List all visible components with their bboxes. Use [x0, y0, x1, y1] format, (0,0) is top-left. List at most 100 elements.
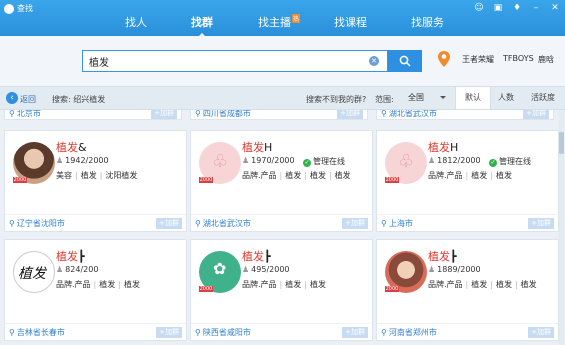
tab-find-streamer[interactable]: 找主播热 [258, 14, 301, 30]
hot-link[interactable]: TFBOYS [503, 54, 534, 63]
location-label: 陕西省咸阳市 [195, 327, 251, 338]
join-group-button[interactable]: +加群 [156, 218, 182, 229]
hot-badge: 热 [292, 14, 301, 23]
group-tag: 品牌.产品 [428, 171, 463, 180]
tab-label: 找服务 [411, 16, 444, 29]
sort-tab-default[interactable]: 默认 [455, 87, 491, 109]
group-tag: 植发 [309, 280, 326, 289]
group-card[interactable]: 2000 植发┣ ♟1889/2000 品牌.产品|植发|植发|植发 河南省郑州… [376, 239, 559, 341]
join-group-button[interactable]: +加群 [342, 218, 368, 229]
member-count-text: 824/200 [65, 265, 99, 274]
member-count: ♟ 1812/2000 [428, 156, 481, 165]
group-tag: 植发 [334, 171, 351, 180]
join-group-button[interactable]: +加群 [156, 327, 182, 338]
range-select[interactable]: 全国 [402, 91, 450, 105]
title-bar: 查找 ☺ ▣ ♦ – ✕ 找人 找群 找主播热 找课程 找服务 [0, 0, 565, 38]
group-name-text: 植发 [242, 141, 264, 154]
group-name[interactable]: 植发H [428, 139, 458, 155]
group-tags: 品牌.产品 | 植发 | 植发 | 植发 [242, 171, 351, 180]
clear-icon[interactable]: ✕ [369, 56, 379, 66]
group-tags: 品牌.产品 | 植发 | 植发 [56, 280, 140, 289]
group-tag: 植发 [99, 280, 116, 289]
people-icon: ♟ [56, 156, 64, 165]
tab-label: 找人 [125, 16, 147, 29]
group-name-text: 植发 [56, 141, 78, 154]
card-footer: 吉林省长春市 +加群 [5, 323, 186, 340]
tab-label: 找群 [191, 16, 213, 29]
location-label: 北京市 [9, 110, 41, 119]
group-tag: 植发 [471, 280, 488, 289]
admin-online-status: ✓ 管理在线 [489, 156, 531, 167]
filter-bar: ‹ 返回 搜索: 绍兴植发 搜索不到我的群? 范围: 全国 默认 人数 活跃度 [0, 86, 565, 110]
group-tag: 品牌.产品 [242, 280, 277, 289]
sort-tab-activity[interactable]: 活跃度 [521, 87, 565, 109]
group-name[interactable]: 植发& [56, 139, 87, 155]
location-label: 河南省郑州市 [381, 327, 437, 338]
group-card[interactable]: 2000 植发┣ ♟495/2000 品牌.产品|植发|植发 陕西省咸阳市 +加… [190, 239, 373, 341]
range-value: 全国 [408, 93, 424, 102]
tab-find-group[interactable]: 找群 [191, 14, 213, 38]
member-count-text: 1812/2000 [437, 156, 481, 165]
group-name-suffix: H [264, 141, 273, 154]
group-card[interactable]: 植发┣ ♟824/200 品牌.产品|植发|植发 吉林省长春市 +加群 [4, 239, 187, 341]
check-icon: ✓ [303, 159, 311, 167]
capacity-badge: 2000 [13, 177, 27, 183]
capacity-badge: 2000 [199, 286, 213, 292]
search-input[interactable] [83, 51, 343, 71]
group-tags: 品牌.产品 | 植发 | 植发 [242, 280, 326, 289]
people-icon: ♟ [428, 265, 436, 274]
group-card[interactable]: 2000 植发& ♟1942/2000 美容|植发|沈阳植发 辽宁省沈阳市 +加… [4, 130, 187, 232]
member-count: ♟ 1942/2000 [56, 156, 109, 165]
search-area: ✕ 王者荣耀 TFBOYS 鹿晗 [0, 36, 565, 86]
group-name[interactable]: 植发┣ [56, 248, 85, 264]
card-footer: 湖北省武汉市 +加群 [191, 214, 372, 231]
join-group-button[interactable]: +加群 [528, 327, 554, 338]
back-arrow-icon[interactable]: ‹ [6, 92, 18, 104]
join-group-button[interactable]: +加群 [342, 327, 368, 338]
result-card-partial: 北京市 +加群 [4, 110, 182, 120]
join-group-button[interactable]: +加群 [523, 110, 549, 119]
location-pin-icon[interactable] [437, 50, 451, 68]
location-label: 上海市 [381, 218, 413, 229]
hot-link[interactable]: 王者荣耀 [462, 54, 494, 65]
member-count: ♟ 824/200 [56, 265, 98, 274]
result-card-partial: 四川省成都市 +加群 [190, 110, 368, 120]
group-card[interactable]: 2000 植发H ♟1812/2000 ✓管理在线 品牌.产品|植发|植发 上海… [376, 130, 559, 232]
group-name-suffix: ┣ [264, 250, 271, 263]
search-summary: 搜索: 绍兴植发 [52, 95, 106, 104]
group-name[interactable]: 植发┣ [242, 248, 271, 264]
group-name[interactable]: 植发┣ [428, 248, 457, 264]
member-count: ♟ 495/2000 [242, 265, 290, 274]
member-count-text: 1970/2000 [251, 156, 295, 165]
group-name-suffix: ┣ [450, 250, 457, 263]
back-link[interactable]: 返回 [20, 94, 36, 105]
join-group-button[interactable]: +加群 [337, 110, 363, 119]
admin-online-text: 管理在线 [313, 157, 345, 166]
scrollbar[interactable] [559, 110, 564, 345]
not-found-link[interactable]: 搜索不到我的群? [306, 94, 366, 105]
search-icon [399, 55, 411, 67]
range-label: 范围: [375, 95, 394, 104]
group-tag: 植发 [80, 171, 97, 180]
location-label: 吉林省长春市 [9, 327, 65, 338]
join-group-button[interactable]: +加群 [528, 218, 554, 229]
group-tag: 植发 [495, 280, 512, 289]
tab-find-service[interactable]: 找服务 [411, 14, 444, 30]
group-tag: 品牌.产品 [56, 280, 91, 289]
people-icon: ♟ [242, 265, 250, 274]
join-group-button[interactable]: +加群 [151, 110, 177, 119]
search-button[interactable] [388, 50, 422, 72]
results-area: 北京市 +加群 四川省成都市 +加群 湖北省武汉市 +加群 2000 植发& ♟… [0, 110, 565, 345]
group-name-text: 植发 [428, 250, 450, 263]
hot-link[interactable]: 鹿晗 [538, 54, 554, 65]
group-card[interactable]: 2000 植发H ♟1970/2000 ✓管理在线 品牌.产品|植发|植发|植发… [190, 130, 373, 232]
tab-find-course[interactable]: 找课程 [334, 14, 367, 30]
group-name[interactable]: 植发H [242, 139, 272, 155]
member-count-text: 1942/2000 [65, 156, 109, 165]
group-name-text: 植发 [242, 250, 264, 263]
main-nav: 找人 找群 找主播热 找课程 找服务 [0, 10, 565, 38]
sort-tab-members[interactable]: 人数 [491, 87, 521, 109]
group-tag: 品牌.产品 [242, 171, 277, 180]
tab-find-people[interactable]: 找人 [125, 14, 147, 30]
scrollbar-thumb[interactable] [559, 132, 564, 154]
